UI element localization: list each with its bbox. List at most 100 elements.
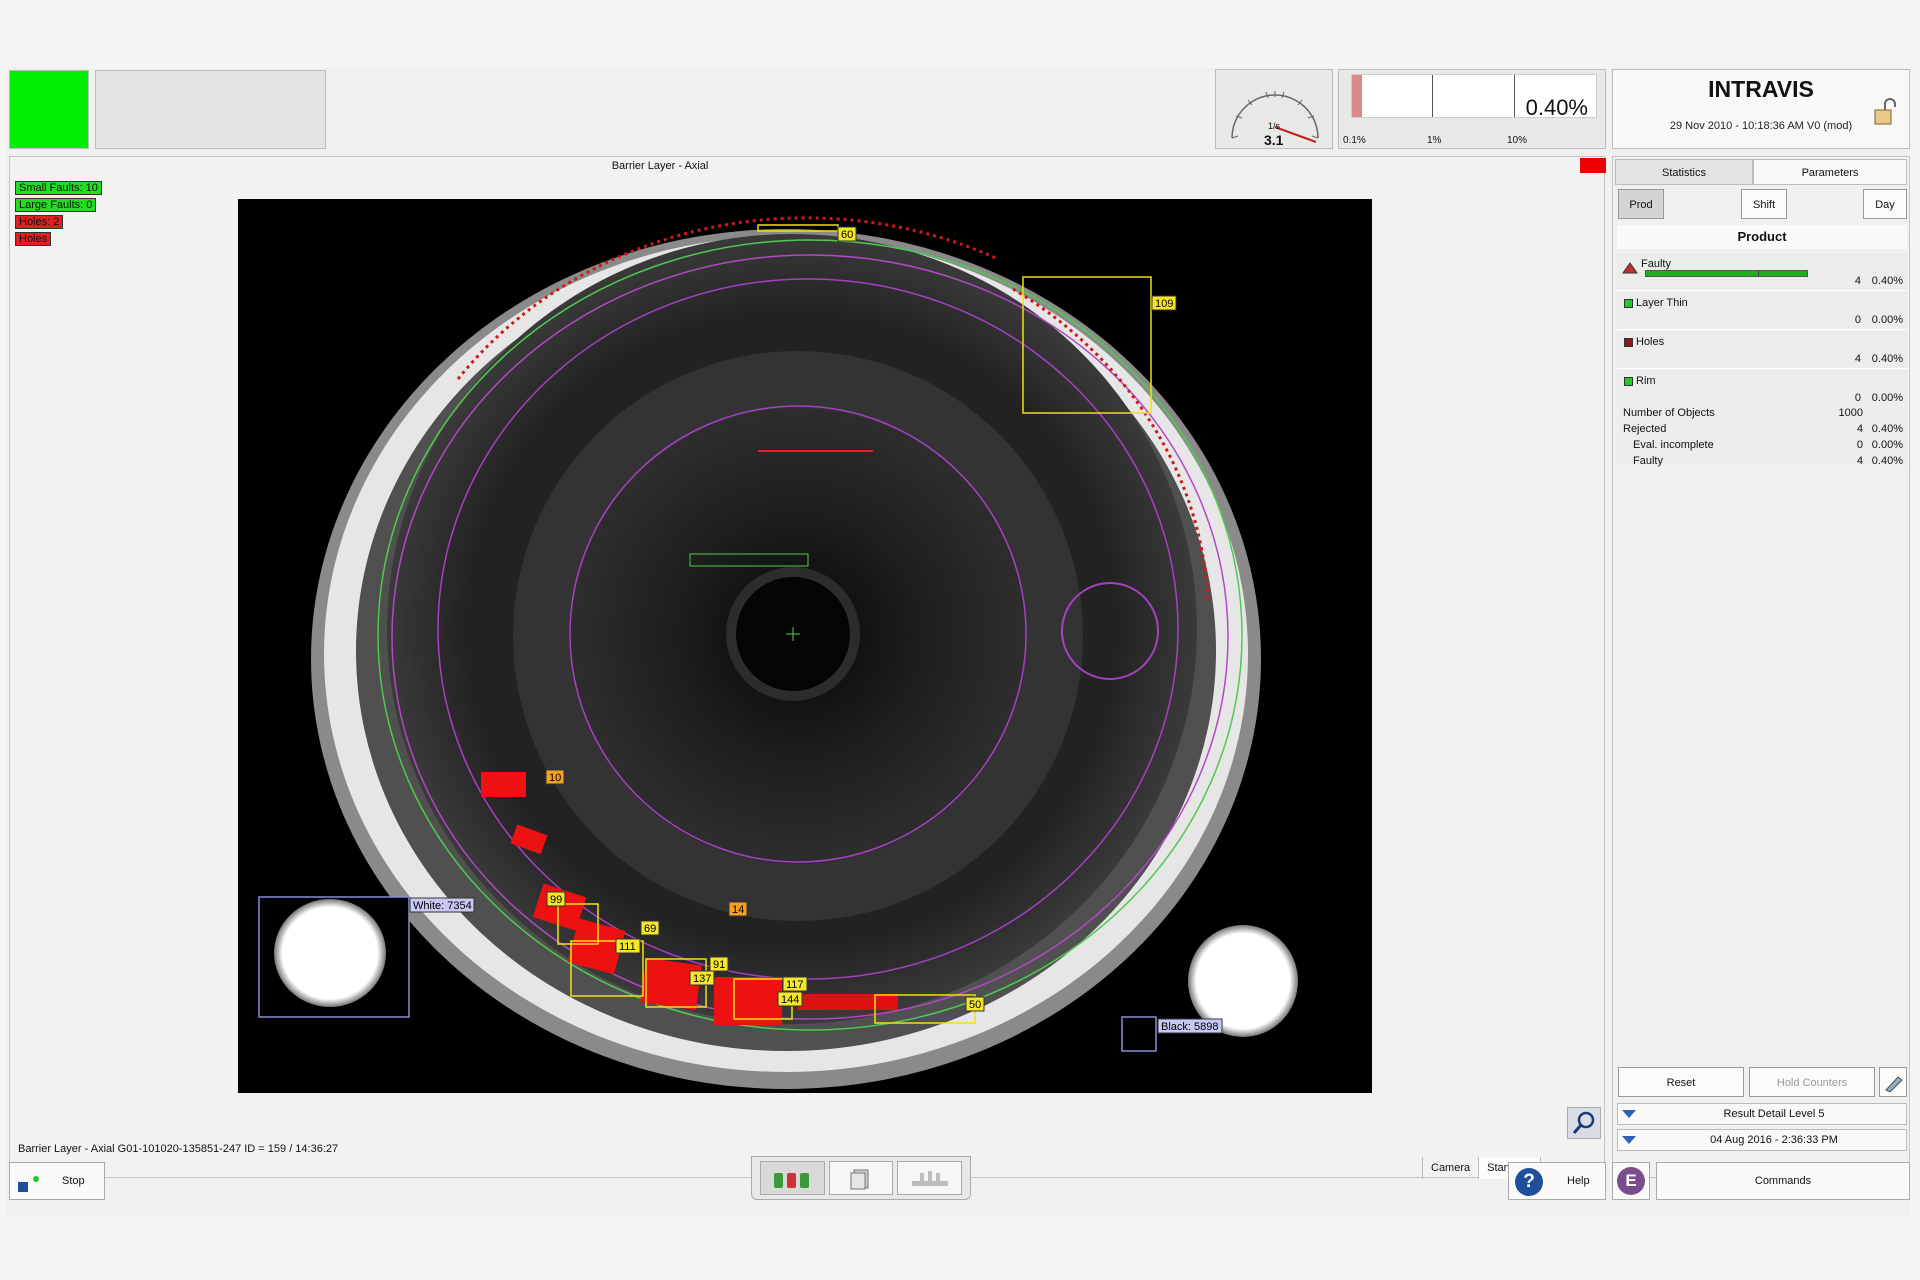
- help-label: Help: [1567, 1175, 1590, 1187]
- fault-label: 69: [644, 923, 656, 935]
- shift-button[interactable]: Shift: [1741, 189, 1787, 219]
- stat-percent: 0.40%: [1871, 353, 1903, 365]
- faulty-count: 4: [1856, 455, 1863, 467]
- stat-percent: 0.40%: [1871, 275, 1903, 287]
- eval-count: 0: [1856, 439, 1863, 451]
- objects-label: Number of Objects: [1623, 407, 1715, 419]
- faulty-bar-mark: [1758, 270, 1759, 277]
- brand-name: INTRAVIS: [1708, 76, 1814, 102]
- statistics-panel: Statistics Parameters Prod Shift Day Pro…: [1612, 156, 1910, 1178]
- commands-button[interactable]: Commands: [1656, 1162, 1910, 1200]
- speed-gauge: 1/s 3.1: [1215, 69, 1333, 149]
- faulty-bar: [1645, 270, 1809, 277]
- stat-percent: 0.00%: [1871, 392, 1903, 404]
- stat-label: Rim: [1636, 375, 1656, 387]
- fault-label: 14: [732, 904, 744, 916]
- hold-counters-button[interactable]: Hold Counters: [1749, 1067, 1875, 1097]
- legend-large-faults: Large Faults: 0: [15, 198, 97, 212]
- alarm-flag: [1580, 158, 1606, 173]
- status-square-icon: [1624, 377, 1633, 386]
- image-footer-info: Barrier Layer - Axial G01-101020-135851-…: [18, 1143, 339, 1155]
- result-date-dropdown[interactable]: 04 Aug 2016 - 2:36:33 PM: [1617, 1129, 1907, 1151]
- legend-holes-count: Holes: 2: [15, 215, 64, 229]
- prod-button[interactable]: Prod: [1618, 189, 1664, 219]
- e-icon: E: [1617, 1167, 1645, 1195]
- stat-count: 4: [1854, 353, 1861, 365]
- reject-rate-fill: [1352, 75, 1362, 117]
- magnifier-icon: [1572, 1111, 1595, 1134]
- zoom-button[interactable]: [1567, 1107, 1601, 1139]
- stat-count: 0: [1854, 314, 1861, 326]
- reject-rate-percent: 0.40%: [1525, 95, 1588, 120]
- fault-label: 91: [713, 959, 725, 971]
- reject-rate-bar: 0.40%: [1351, 74, 1597, 120]
- objects-count: 1000: [1838, 407, 1863, 419]
- stop-label: Stop: [62, 1175, 85, 1187]
- day-button[interactable]: Day: [1863, 189, 1907, 219]
- stat-row-layer-thin: Layer Thin 0 0.00%: [1617, 292, 1907, 330]
- tick-label: 1%: [1427, 135, 1442, 146]
- tick-mark: [1432, 75, 1433, 117]
- tab-parameters[interactable]: Parameters: [1753, 159, 1907, 185]
- black-reference-label: Black: 5898: [1161, 1021, 1218, 1033]
- result-detail-label: Result Detail Level 5: [1723, 1108, 1825, 1120]
- stat-row-faulty: Faulty 4 0.40%: [1617, 253, 1907, 291]
- status-square-icon: [1624, 338, 1633, 347]
- tick-label: 0.1%: [1343, 135, 1366, 146]
- view-documents-button[interactable]: [828, 1161, 894, 1195]
- image-panel: Barrier Layer - Axial Small Faults: 10 L…: [9, 156, 1606, 1179]
- fault-label: 117: [786, 979, 804, 991]
- legend-small-faults: Small Faults: 10: [15, 181, 102, 195]
- speed-unit: 1/s: [1268, 121, 1281, 131]
- speed-value: 3.1: [1264, 132, 1284, 148]
- view-machine-button[interactable]: [897, 1161, 963, 1195]
- stat-label: Layer Thin: [1636, 297, 1688, 309]
- stop-icon: [18, 1176, 39, 1192]
- faulty-label: Faulty: [1633, 455, 1663, 467]
- dropdown-arrow-icon: [1622, 1136, 1636, 1144]
- stat-count: 0: [1854, 392, 1861, 404]
- dropdown-arrow-icon: [1622, 1110, 1636, 1118]
- white-reference-label: White: 7354: [413, 900, 472, 912]
- tick-mark: [1514, 75, 1515, 117]
- view-bottles-button[interactable]: [760, 1161, 825, 1195]
- fault-label: 111: [619, 941, 636, 953]
- edit-button[interactable]: [1879, 1067, 1907, 1097]
- e-button[interactable]: E: [1612, 1162, 1650, 1200]
- view-switcher: [751, 1156, 971, 1200]
- rejected-percent: 0.40%: [1871, 423, 1903, 435]
- status-indicator-gray: [95, 70, 326, 149]
- bottles-icon: [774, 1173, 810, 1188]
- brand-box: INTRAVIS 29 Nov 2010 - 10:18:36 AM V0 (m…: [1612, 69, 1910, 149]
- product-heading: Product: [1617, 225, 1907, 249]
- rejected-count: 4: [1856, 423, 1863, 435]
- eval-percent: 0.00%: [1871, 439, 1903, 451]
- image-title: Barrier Layer - Axial: [611, 160, 709, 172]
- help-icon: ?: [1515, 1168, 1543, 1196]
- tick-label: 10%: [1507, 135, 1528, 146]
- tab-statistics[interactable]: Statistics: [1615, 159, 1753, 185]
- fault-label: 109: [1155, 298, 1173, 310]
- fault-label: 10: [549, 772, 561, 784]
- help-button[interactable]: ? Help: [1508, 1162, 1606, 1200]
- inspection-app: 1/s 3.1 0.40% 0.1% 1% 10% INTRAVIS 29 No…: [6, 68, 1910, 1216]
- summary-block: Number of Objects 1000 Rejected 4 0.40% …: [1617, 405, 1907, 467]
- result-date-label: 04 Aug 2016 - 2:36:33 PM: [1710, 1134, 1838, 1146]
- result-detail-dropdown[interactable]: Result Detail Level 5: [1617, 1103, 1907, 1125]
- rejected-label: Rejected: [1623, 423, 1667, 435]
- pencil-icon: [1885, 1076, 1903, 1093]
- stat-row-rim: Rim 0 0.00%: [1617, 370, 1907, 408]
- stat-percent: 0.00%: [1871, 314, 1903, 326]
- eval-label: Eval. incomplete: [1633, 439, 1714, 451]
- status-indicator-green: [9, 70, 89, 149]
- stop-button[interactable]: Stop: [9, 1162, 105, 1200]
- legend-holes: Holes: [15, 232, 52, 246]
- inspection-image[interactable]: 60 109 10 14 99 69 111 91 137 117 144 50…: [238, 199, 1372, 1093]
- fault-label: 99: [550, 894, 562, 906]
- unlock-icon[interactable]: [1873, 98, 1897, 126]
- inspection-image-overlay: 60 109 10 14 99 69 111 91 137 117 144 50…: [258, 216, 1298, 1089]
- fault-label: 60: [841, 229, 853, 241]
- reset-button[interactable]: Reset: [1618, 1067, 1744, 1097]
- fault-label: 50: [969, 999, 981, 1011]
- faulty-percent: 0.40%: [1871, 455, 1903, 467]
